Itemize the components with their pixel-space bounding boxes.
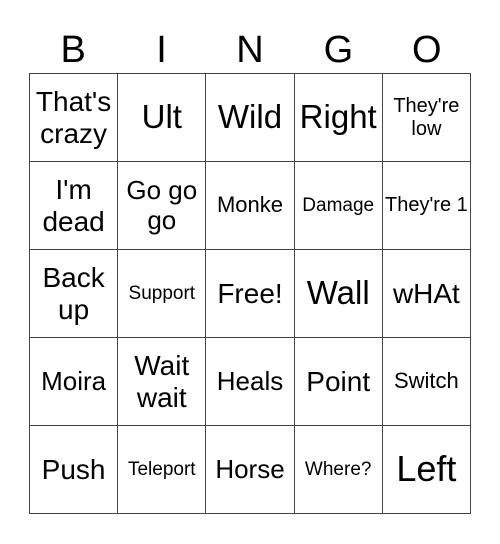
header-letter-b: B <box>60 29 86 71</box>
bingo-header: B I N G O <box>29 28 471 73</box>
bingo-cell-label: wHAt <box>392 277 460 309</box>
bingo-cell[interactable]: Switch <box>382 338 471 426</box>
bingo-cell[interactable]: Wait wait <box>118 338 207 426</box>
bingo-cell-label: Free! <box>217 277 283 309</box>
bingo-cell-label: Point <box>306 365 371 397</box>
bingo-cell[interactable]: Go go go <box>118 162 207 250</box>
bingo-cell[interactable]: Free! <box>206 250 295 338</box>
bingo-cell-label: Switch <box>393 368 459 394</box>
bingo-cell-label: Wall <box>306 274 370 312</box>
bingo-cell-label: They're 1 <box>385 194 468 217</box>
bingo-cell[interactable]: That's crazy <box>30 74 119 162</box>
bingo-cell[interactable]: Right <box>294 74 383 162</box>
bingo-cell-label: Horse <box>215 453 285 484</box>
bingo-cell[interactable]: wHAt <box>382 250 471 338</box>
bingo-cell-label: Push <box>41 453 106 485</box>
bingo-cell-label: Teleport <box>127 458 196 480</box>
bingo-cell-label: Moira <box>41 365 107 396</box>
bingo-cell-label: Damage <box>302 194 375 216</box>
bingo-cell[interactable]: Support <box>118 250 207 338</box>
bingo-cell[interactable]: Push <box>30 426 119 514</box>
bingo-cell-label: Left <box>396 448 457 490</box>
bingo-grid: That's crazy Ult Wild Right They're low I'm d… <box>29 73 471 514</box>
bingo-cell[interactable]: Moira <box>30 338 119 426</box>
bingo-cell-label: Where? <box>304 458 372 480</box>
bingo-cell-label: Wait wait <box>134 350 190 413</box>
header-letter-n: N <box>236 29 264 71</box>
bingo-cell[interactable]: Wild <box>206 74 295 162</box>
bingo-cell-label: Monke <box>216 192 284 218</box>
bingo-cell[interactable]: Point <box>294 338 383 426</box>
bingo-cell-label: They're low <box>393 95 460 140</box>
bingo-cell-label: I'm dead <box>42 174 105 237</box>
header-letter-i: I <box>156 29 167 71</box>
bingo-cell[interactable]: Ult <box>118 74 207 162</box>
bingo-cell[interactable]: I'm dead <box>30 162 119 250</box>
header-letter-o: O <box>411 29 442 71</box>
bingo-cell-label: Go go go <box>126 175 198 235</box>
bingo-cell-label: Heals <box>216 365 284 396</box>
bingo-cell[interactable]: Heals <box>206 338 295 426</box>
bingo-cell[interactable]: Teleport <box>118 426 207 514</box>
header-letter-g: G <box>323 29 354 71</box>
bingo-cell[interactable]: Horse <box>206 426 295 514</box>
bingo-cell[interactable]: They're low <box>382 74 471 162</box>
bingo-cell[interactable]: Left <box>382 426 471 514</box>
bingo-cell[interactable]: Wall <box>294 250 383 338</box>
bingo-cell-label: Support <box>128 282 196 304</box>
bingo-cell[interactable]: Back up <box>30 250 119 338</box>
bingo-cell[interactable]: Damage <box>294 162 383 250</box>
bingo-cell[interactable]: They're 1 <box>382 162 471 250</box>
bingo-cell-label: Back up <box>42 262 105 325</box>
bingo-cell[interactable]: Where? <box>294 426 383 514</box>
bingo-cell-label: Wild <box>217 98 283 136</box>
bingo-cell-label: Ult <box>141 98 182 136</box>
bingo-cell-label: That's crazy <box>35 86 112 149</box>
bingo-cell-label: Right <box>299 98 377 136</box>
bingo-cell[interactable]: Monke <box>206 162 295 250</box>
